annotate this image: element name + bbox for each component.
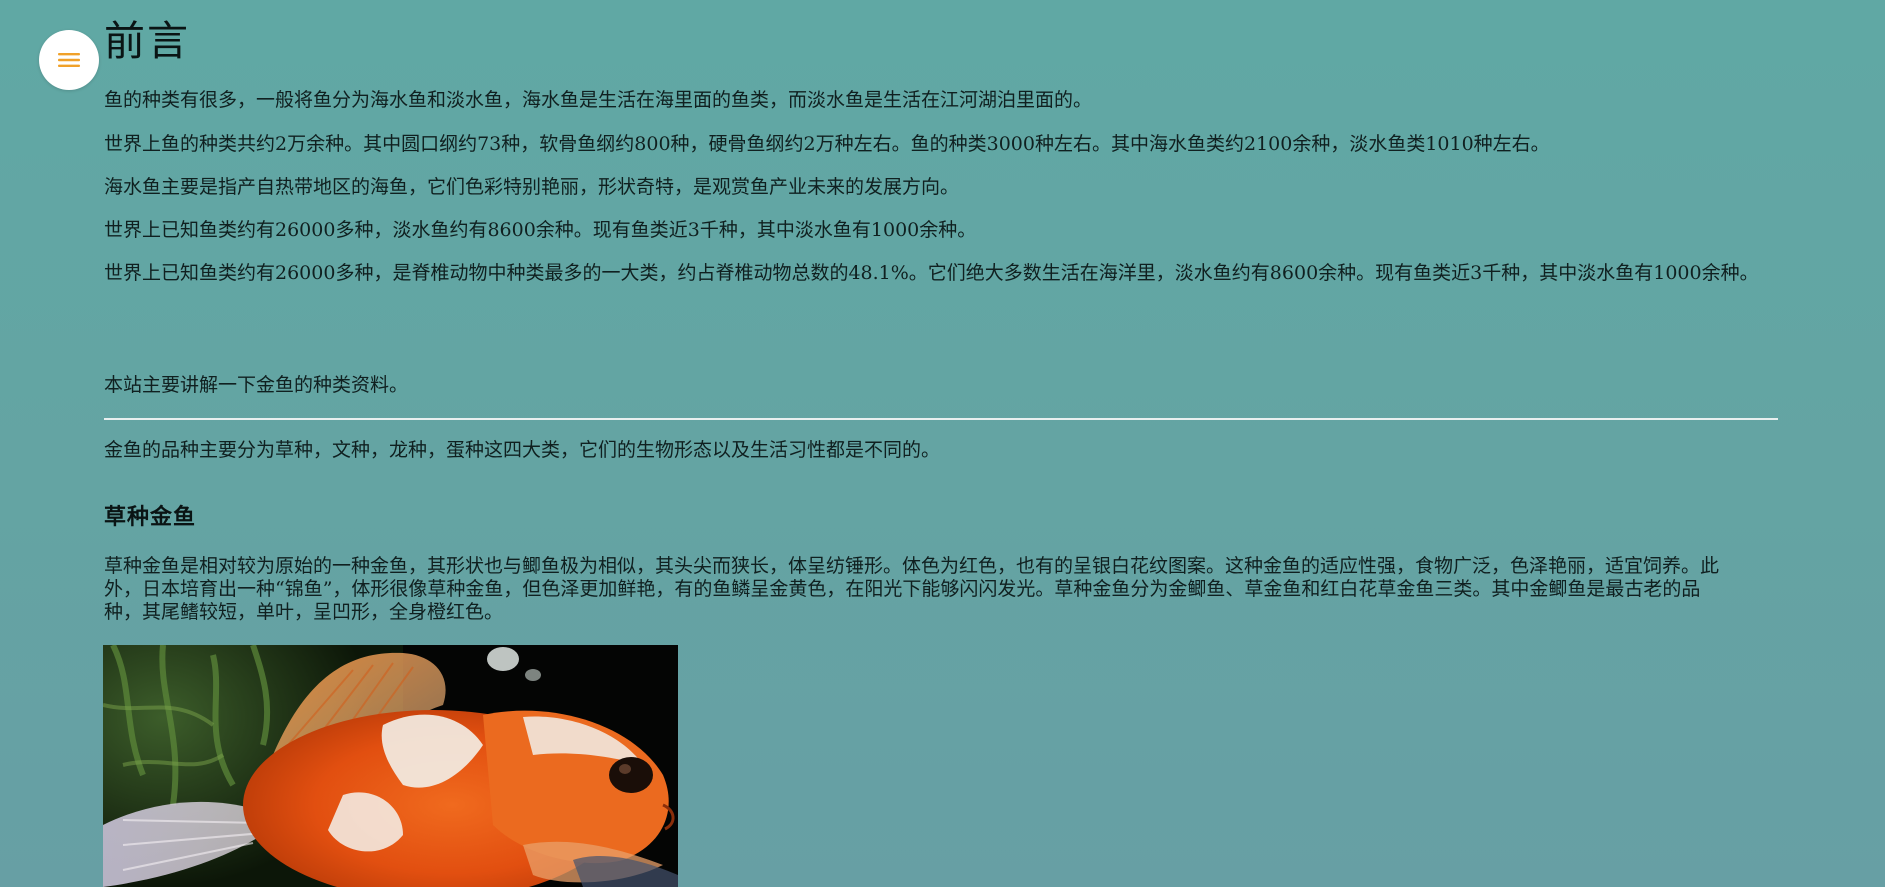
- hamburger-menu-icon: [58, 52, 80, 68]
- page-title: 前言: [104, 17, 190, 65]
- goldfish-illustration: [103, 645, 678, 887]
- menu-button[interactable]: [39, 30, 99, 90]
- paragraph-known-species: 世界上已知鱼类约有26000多种，淡水鱼约有8600余种。现有鱼类近3千种，其中…: [104, 219, 977, 241]
- goldfish-photo: [103, 645, 678, 887]
- paragraph-fish-types: 鱼的种类有很多，一般将鱼分为海水鱼和淡水鱼，海水鱼是生活在海里面的鱼类，而淡水鱼…: [104, 89, 1093, 111]
- paragraph-marine-fish: 海水鱼主要是指产自热带地区的海鱼，它们色彩特别艳丽，形状奇特，是观赏鱼产业未来的…: [104, 176, 960, 198]
- paragraph-goldfish-categories: 金鱼的品种主要分为草种，文种，龙种，蛋种这四大类，它们的生物形态以及生活习性都是…: [104, 439, 941, 461]
- paragraph-site-intro: 本站主要讲解一下金鱼的种类资料。: [104, 374, 409, 396]
- section-title-grass-goldfish: 草种金鱼: [104, 504, 197, 530]
- paragraph-grass-goldfish: 草种金鱼是相对较为原始的一种金鱼，其形状也与鲫鱼极为相似，其头尖而狭长，体呈纺锤…: [104, 555, 1720, 623]
- section-divider: [104, 418, 1778, 420]
- paragraph-species-count: 世界上鱼的种类共约2万余种。其中圆口纲约73种，软骨鱼纲约800种，硬骨鱼纲约2…: [104, 133, 1550, 155]
- paragraph-vertebrate-share: 世界上已知鱼类约有26000多种，是脊椎动物中种类最多的一大类，约占脊椎动物总数…: [104, 262, 1759, 284]
